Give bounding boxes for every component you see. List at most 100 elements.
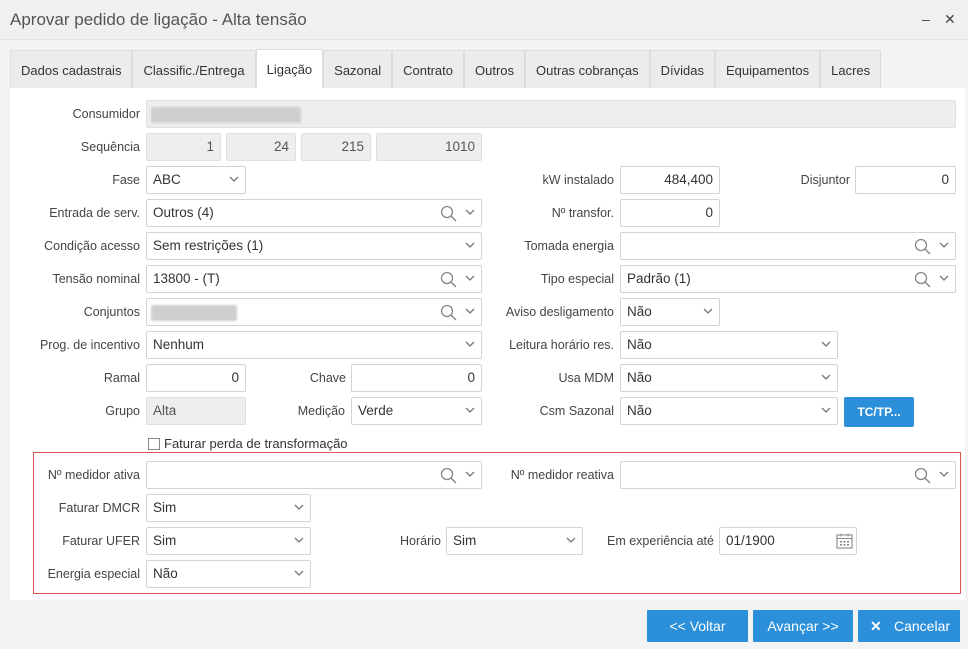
conjuntos-label: Conjuntos [83, 305, 140, 319]
medicao-select[interactable]: Verde [351, 397, 482, 425]
search-icon[interactable] [914, 467, 931, 484]
faturar-perda-checkbox[interactable] [148, 438, 160, 450]
voltar-button[interactable]: << Voltar [647, 610, 748, 642]
disjuntor-input[interactable]: 0 [855, 166, 956, 194]
medidor-reativa-label: Nº medidor reativa [510, 468, 614, 482]
search-icon[interactable] [440, 271, 457, 288]
medidor-ativa-select[interactable] [146, 461, 482, 489]
chevron-down-icon [821, 374, 831, 381]
tab-outras-cobrancas[interactable]: Outras cobranças [525, 50, 650, 88]
chave-input[interactable]: 0 [351, 364, 482, 392]
chevron-down-icon[interactable] [465, 308, 475, 315]
chevron-down-icon [294, 504, 304, 511]
medidor-ativa-label: Nº medidor ativa [47, 468, 140, 482]
usa-mdm-select[interactable]: Não [620, 364, 838, 392]
prog-incentivo-select[interactable]: Nenhum [146, 331, 482, 359]
fase-value: ABC [153, 172, 181, 187]
tipo-especial-label: Tipo especial [540, 272, 614, 286]
calendar-icon[interactable] [836, 533, 853, 549]
search-icon[interactable] [914, 271, 931, 288]
tab-ligacao[interactable]: Ligação [255, 49, 324, 89]
tab-contrato[interactable]: Contrato [392, 50, 465, 88]
conjuntos-select[interactable] [146, 298, 482, 326]
fase-select[interactable]: ABC [146, 166, 246, 194]
horario-value: Sim [453, 533, 477, 548]
tab-classific-entrega[interactable]: Classific./Entrega [132, 50, 256, 88]
condicao-acesso-label: Condição acesso [44, 239, 140, 253]
csm-sazonal-value: Não [627, 403, 652, 418]
cancelar-label: Cancelar [894, 618, 951, 634]
horario-select[interactable]: Sim [446, 527, 583, 555]
chevron-down-icon[interactable] [465, 209, 475, 216]
chevron-down-icon[interactable] [465, 275, 475, 282]
sequencia-field-4: 1010 [376, 133, 482, 161]
cancelar-button[interactable]: ✕ Cancelar [858, 610, 960, 642]
csm-sazonal-select[interactable]: Não [620, 397, 838, 425]
chevron-down-icon [465, 242, 475, 249]
search-icon[interactable] [440, 467, 457, 484]
tab-dados-cadastrais[interactable]: Dados cadastrais [10, 50, 133, 88]
chevron-down-icon [294, 570, 304, 577]
tensao-nominal-select[interactable]: 13800 - (T) [146, 265, 482, 293]
n-transfor-input[interactable]: 0 [620, 199, 720, 227]
aviso-desligamento-select[interactable]: Não [620, 298, 720, 326]
chevron-down-icon[interactable] [465, 471, 475, 478]
em-experiencia-value: 01/1900 [726, 533, 775, 548]
consumidor-label: Consumidor [72, 107, 140, 121]
aviso-desligamento-label: Aviso desligamento [505, 305, 614, 319]
tab-outros[interactable]: Outros [464, 50, 526, 88]
prog-incentivo-value: Nenhum [153, 337, 205, 352]
chevron-down-icon[interactable] [939, 242, 949, 249]
energia-especial-value: Não [153, 566, 178, 581]
csm-sazonal-label: Csm Sazonal [539, 404, 614, 418]
avancar-button[interactable]: Avançar >> [753, 610, 853, 642]
window-title: Aprovar pedido de ligação - Alta tensão [10, 10, 307, 29]
consumidor-field [146, 100, 956, 128]
medidor-reativa-select[interactable] [620, 461, 956, 489]
tensao-nominal-value: 13800 - (T) [153, 271, 220, 286]
prog-incentivo-label: Prog. de incentivo [39, 338, 140, 352]
minimize-icon[interactable]: – [922, 10, 930, 28]
aviso-desligamento-value: Não [627, 304, 652, 319]
grupo-label: Grupo [105, 404, 140, 418]
tab-bar: Dados cadastrais Classific./Entrega Liga… [10, 49, 882, 89]
chevron-down-icon [294, 537, 304, 544]
tipo-especial-select[interactable]: Padrão (1) [620, 265, 956, 293]
grupo-field: Alta [146, 397, 246, 425]
search-icon[interactable] [440, 304, 457, 321]
title-bar: Aprovar pedido de ligação - Alta tensão … [0, 0, 968, 40]
tab-dividas[interactable]: Dívidas [649, 50, 715, 88]
faturar-ufer-select[interactable]: Sim [146, 527, 311, 555]
kw-instalado-input[interactable]: 484,400 [620, 166, 720, 194]
ramal-input[interactable]: 0 [146, 364, 246, 392]
close-icon[interactable]: ✕ [944, 10, 956, 28]
chevron-down-icon [821, 407, 831, 414]
energia-especial-select[interactable]: Não [146, 560, 311, 588]
close-icon: ✕ [870, 618, 882, 634]
tomada-energia-select[interactable] [620, 232, 956, 260]
chevron-down-icon [821, 341, 831, 348]
tc-tp-button[interactable]: TC/TP... [844, 397, 914, 427]
tab-lacres[interactable]: Lacres [820, 50, 882, 88]
condicao-acesso-select[interactable]: Sem restrições (1) [146, 232, 482, 260]
search-icon[interactable] [914, 238, 931, 255]
entrada-serv-select[interactable]: Outros (4) [146, 199, 482, 227]
chevron-down-icon[interactable] [939, 471, 949, 478]
leitura-horario-label: Leitura horário res. [509, 338, 614, 352]
em-experiencia-label: Em experiência até [606, 534, 714, 548]
entrada-serv-label: Entrada de serv. [49, 206, 140, 220]
search-icon[interactable] [440, 205, 457, 222]
faturar-ufer-value: Sim [153, 533, 177, 548]
em-experiencia-input[interactable]: 01/1900 [719, 527, 857, 555]
chevron-down-icon [465, 407, 475, 414]
chevron-down-icon[interactable] [939, 275, 949, 282]
sequencia-label: Sequência [80, 140, 140, 154]
chave-label: Chave [309, 371, 346, 385]
chevron-down-icon [703, 308, 713, 315]
tab-sazonal[interactable]: Sazonal [323, 50, 393, 88]
leitura-horario-select[interactable]: Não [620, 331, 838, 359]
tab-equipamentos[interactable]: Equipamentos [715, 50, 821, 88]
faturar-dmcr-select[interactable]: Sim [146, 494, 311, 522]
energia-especial-label: Energia especial [47, 567, 140, 581]
tipo-especial-value: Padrão (1) [627, 271, 691, 286]
